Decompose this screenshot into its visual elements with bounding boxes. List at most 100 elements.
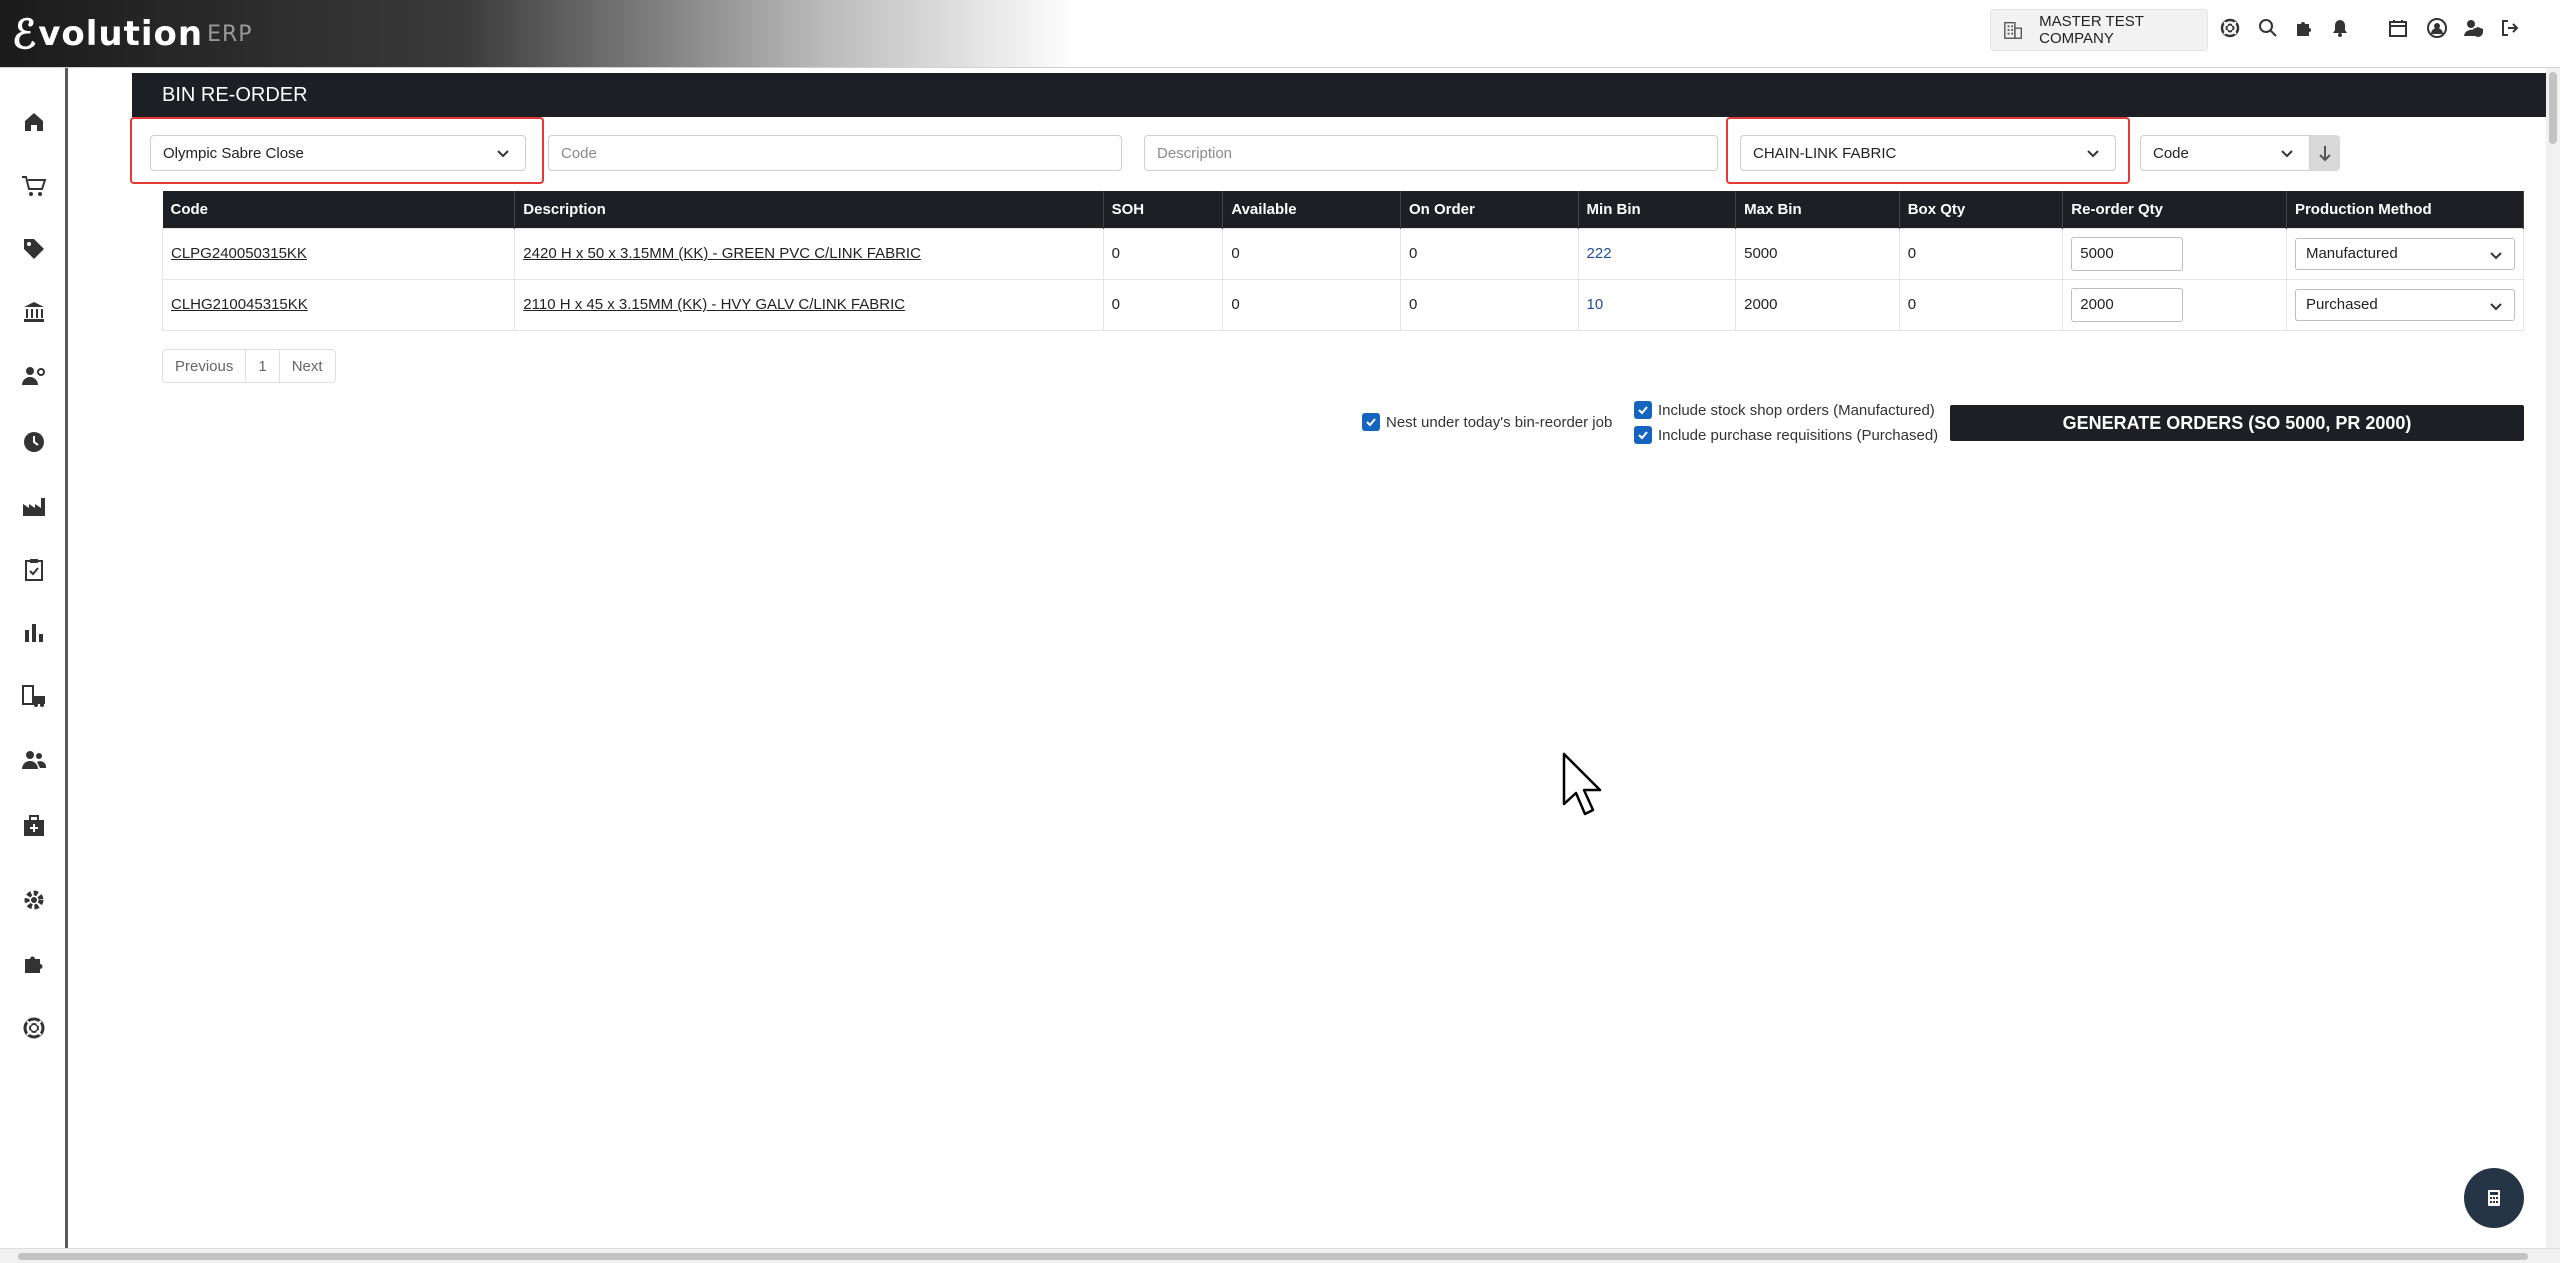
nest-checkbox[interactable]: Nest under today's bin-reorder job [1362, 413, 1612, 431]
vertical-scrollbar-thumb[interactable] [2549, 72, 2557, 144]
checkbox-checked-icon[interactable] [1634, 401, 1652, 419]
logout-icon[interactable] [2498, 16, 2522, 40]
users-icon[interactable] [18, 744, 50, 776]
production-method-select[interactable]: Manufactured [2294, 237, 2515, 270]
support-icon[interactable] [18, 1012, 50, 1044]
page-title: BIN RE-ORDER [132, 73, 2546, 117]
logo[interactable]: ℰ volution ERP [12, 11, 253, 58]
reorder-qty-input[interactable]: 5000 [2071, 236, 2184, 271]
pagination-next[interactable]: Next [280, 350, 335, 382]
cell-soh: 0 [1102, 278, 1224, 331]
production-method-select[interactable]: Purchased [2294, 288, 2515, 321]
col-header-description[interactable]: Description [514, 191, 1104, 228]
calendar-icon[interactable] [2386, 16, 2410, 40]
clock-icon[interactable] [18, 426, 50, 458]
cell-description-link[interactable]: 2110 H x 45 x 3.15MM (KK) - HVY GALV C/L… [514, 278, 1104, 331]
puzzle-icon[interactable] [2292, 16, 2316, 40]
cell-min-bin: 222 [1577, 227, 1737, 280]
cell-description-link[interactable]: 2420 H x 50 x 3.15MM (KK) - GREEN PVC C/… [514, 227, 1104, 280]
cell-reorder-qty: 2000 [2062, 278, 2287, 331]
code-input-placeholder: Code [561, 144, 597, 162]
bank-icon[interactable] [18, 296, 50, 328]
horizontal-scrollbar[interactable] [0, 1248, 2560, 1263]
company-name: MASTER TEST COMPANY [2039, 13, 2144, 47]
calculator-fab-button[interactable] [2464, 1168, 2524, 1228]
home-icon[interactable] [18, 106, 50, 138]
col-header-available[interactable]: Available [1222, 191, 1401, 228]
search-icon[interactable] [2256, 16, 2280, 40]
top-bar: ℰ volution ERP MASTER TEST COMPANY [0, 0, 2560, 68]
medkit-icon[interactable] [18, 810, 50, 842]
cell-available: 0 [1222, 227, 1401, 280]
pagination-previous[interactable]: Previous [163, 350, 247, 382]
pagination: Previous 1 Next [162, 349, 336, 383]
col-header-production-method[interactable]: Production Method [2286, 191, 2525, 228]
chevron-down-icon [497, 150, 509, 158]
col-header-max-bin[interactable]: Max Bin [1735, 191, 1900, 228]
user-shield-icon[interactable] [2462, 16, 2486, 40]
col-header-soh[interactable]: SOH [1103, 191, 1224, 228]
user-settings-icon[interactable] [18, 360, 50, 392]
user-icon[interactable] [2425, 16, 2449, 40]
cell-production-method: Manufactured [2285, 227, 2525, 280]
pagination-page-1[interactable]: 1 [246, 350, 280, 382]
gear-icon[interactable] [18, 884, 50, 916]
horizontal-scrollbar-thumb[interactable] [18, 1253, 2528, 1260]
purchase-req-checkbox[interactable]: Include purchase requisitions (Purchased… [1634, 426, 1938, 444]
bell-icon[interactable] [2328, 16, 2352, 40]
cell-code-link[interactable]: CLPG240050315KK [161, 227, 516, 280]
cell-max-bin: 2000 [1735, 278, 1900, 331]
cell-on-order: 0 [1399, 278, 1579, 331]
description-input-placeholder: Description [1157, 144, 1233, 162]
checkbox-checked-icon[interactable] [1362, 413, 1380, 431]
cell-max-bin: 5000 [1735, 227, 1900, 280]
col-header-on-order[interactable]: On Order [1400, 191, 1579, 228]
cell-box-qty: 0 [1898, 227, 2064, 280]
site-select-value: Olympic Sabre Close [163, 144, 304, 162]
chevron-down-icon [2281, 150, 2293, 158]
production-method-value: Manufactured [2305, 245, 2398, 262]
checkbox-checked-icon[interactable] [1634, 426, 1652, 444]
cell-min-bin: 10 [1577, 278, 1737, 331]
cell-reorder-qty: 5000 [2062, 227, 2287, 280]
col-header-reorder-qty[interactable]: Re-order Qty [2062, 191, 2287, 228]
chevron-down-icon [2087, 150, 2099, 158]
table-header-row: Code Description SOH Available On Order … [162, 191, 2525, 228]
reorder-qty-input[interactable]: 2000 [2071, 287, 2184, 322]
col-header-box-qty[interactable]: Box Qty [1899, 191, 2064, 228]
sort-select[interactable]: Code [2140, 135, 2310, 171]
cell-code-link[interactable]: CLHG210045315KK [161, 278, 516, 331]
generate-orders-button[interactable]: GENERATE ORDERS (SO 5000, PR 2000) [1950, 405, 2524, 441]
vertical-scrollbar[interactable] [2546, 68, 2560, 1248]
arrow-down-icon [2319, 146, 2331, 162]
clipboard-check-icon[interactable] [18, 554, 50, 586]
code-input[interactable]: Code [548, 135, 1122, 171]
sort-select-value: Code [2153, 144, 2189, 162]
building-icon [2004, 21, 2022, 39]
stock-shop-checkbox-label: Include stock shop orders (Manufactured) [1658, 401, 1935, 419]
sort-direction-button[interactable] [2310, 135, 2340, 171]
city-car-icon[interactable] [18, 680, 50, 712]
stock-shop-checkbox[interactable]: Include stock shop orders (Manufactured) [1634, 401, 1935, 419]
extensions-puzzle-icon[interactable] [18, 948, 50, 980]
tag-icon[interactable] [18, 233, 50, 265]
cell-available: 0 [1222, 278, 1401, 331]
logo-erp: ERP [207, 21, 253, 47]
company-selector[interactable]: MASTER TEST COMPANY [1990, 9, 2208, 51]
col-header-min-bin[interactable]: Min Bin [1578, 191, 1737, 228]
lifebuoy-icon[interactable] [2218, 16, 2242, 40]
mouse-cursor-icon [1562, 752, 1602, 816]
factory-icon[interactable] [18, 490, 50, 522]
sidebar [0, 68, 68, 1248]
logo-word: volution [38, 14, 204, 54]
category-select[interactable]: CHAIN-LINK FABRIC [1740, 135, 2116, 171]
site-select[interactable]: Olympic Sabre Close [150, 135, 526, 171]
cart-icon[interactable] [18, 170, 50, 202]
col-header-code[interactable]: Code [162, 191, 516, 228]
description-input[interactable]: Description [1144, 135, 1718, 171]
purchase-req-checkbox-label: Include purchase requisitions (Purchased… [1658, 426, 1939, 444]
chevron-down-icon [2490, 302, 2502, 310]
production-method-value: Purchased [2305, 296, 2378, 313]
bar-chart-icon[interactable] [18, 616, 50, 648]
cell-box-qty: 0 [1898, 278, 2064, 331]
